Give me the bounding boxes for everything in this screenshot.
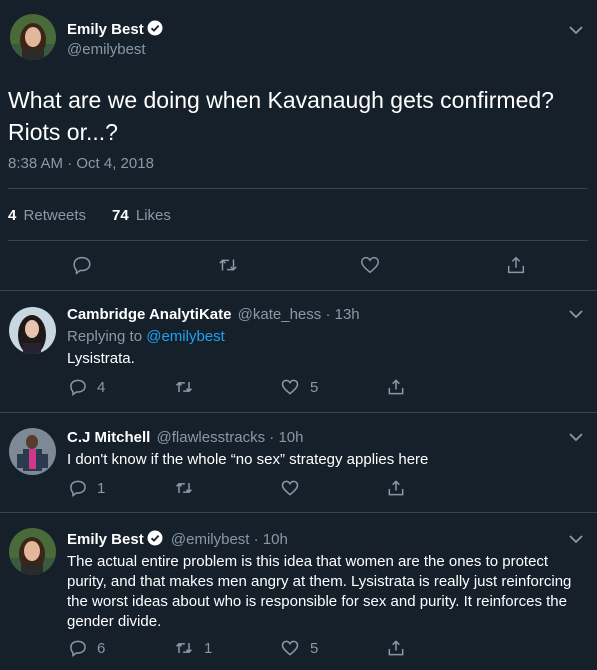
main-author-handle[interactable]: @emilybest: [67, 41, 146, 58]
reply3-retweet-count: 1: [204, 640, 213, 657]
likes-count: 74: [112, 207, 129, 224]
divider: [8, 188, 588, 189]
likes-stat[interactable]: 74 Likes: [112, 207, 171, 224]
chevron-down-icon[interactable]: [567, 21, 585, 39]
avatar-emily-best[interactable]: [9, 528, 56, 575]
divider: [8, 240, 588, 241]
reply3-header: Emily Best @emilybest · 10h: [67, 530, 288, 548]
share-icon[interactable]: [505, 254, 527, 276]
heart-icon[interactable]: [280, 478, 300, 498]
heart-icon[interactable]: [359, 254, 381, 276]
avatar-cj-mitchell[interactable]: [9, 428, 56, 475]
chevron-down-icon[interactable]: [567, 428, 585, 446]
heart-icon[interactable]: [280, 638, 300, 658]
reply2-reply-count: 1: [97, 480, 106, 497]
reply3-text-line: gender divide.: [67, 613, 162, 630]
reply2-text: I don't know if the whole “no sex” strat…: [67, 451, 429, 468]
share-icon[interactable]: [386, 638, 406, 658]
reply3-author-handle[interactable]: @emilybest: [171, 531, 250, 548]
retweet-icon[interactable]: [174, 377, 194, 397]
reply2-author-handle[interactable]: @flawlesstracks: [157, 429, 266, 446]
main-author-name[interactable]: Emily Best: [67, 20, 163, 38]
reply1-replying-handle[interactable]: @emilybest: [146, 328, 225, 345]
retweets-label: Retweets: [23, 207, 87, 224]
retweet-icon[interactable]: [217, 254, 239, 276]
divider: [0, 290, 597, 291]
reply-icon[interactable]: [71, 254, 93, 276]
reply1-author-name[interactable]: Cambridge AnalytiKate: [67, 306, 231, 323]
reply3-like-count: 5: [310, 640, 319, 657]
retweet-icon[interactable]: [174, 478, 194, 498]
chevron-down-icon[interactable]: [567, 305, 585, 323]
verified-badge-icon: [147, 20, 163, 36]
reply-icon[interactable]: [68, 478, 88, 498]
likes-label: Likes: [135, 207, 171, 224]
retweet-icon[interactable]: [174, 638, 194, 658]
reply1-text: Lysistrata.: [67, 350, 135, 367]
share-icon[interactable]: [386, 478, 406, 498]
reply3-reply-count: 6: [97, 640, 106, 657]
reply3-text-line: the worst ideas about who is responsible…: [67, 593, 567, 610]
reply1-replying-to: Replying to @emilybest: [67, 328, 225, 345]
divider: [0, 412, 597, 413]
reply1-author-handle[interactable]: @kate_hess: [238, 306, 322, 323]
verified-badge-icon: [147, 530, 163, 546]
reply3-text: The actual entire problem is this idea t…: [67, 552, 571, 632]
reply3-author-name[interactable]: Emily Best: [67, 531, 144, 548]
reply1-reply-count: 4: [97, 379, 106, 396]
reply-icon[interactable]: [68, 638, 88, 658]
main-author-name-text[interactable]: Emily Best: [67, 21, 144, 38]
main-tweet-text-line2: Riots or...?: [8, 119, 118, 145]
main-tweet-timestamp[interactable]: 8:38 AM · Oct 4, 2018: [8, 155, 154, 172]
retweets-count: 4: [8, 207, 17, 224]
reply1-replying-prefix: Replying to: [67, 328, 143, 345]
avatar-kate-hess[interactable]: [9, 307, 56, 354]
reply2-header: C.J Mitchell @flawlesstracks · 10h: [67, 429, 304, 446]
chevron-down-icon[interactable]: [567, 530, 585, 548]
main-tweet-text-line1: What are we doing when Kavanaugh gets co…: [8, 87, 554, 113]
avatar-emily-best[interactable]: [10, 14, 56, 60]
reply3-time[interactable]: · 10h: [254, 531, 288, 548]
retweets-stat[interactable]: 4 Retweets: [8, 207, 86, 224]
reply2-author-name[interactable]: C.J Mitchell: [67, 429, 150, 446]
reply-icon[interactable]: [68, 377, 88, 397]
divider: [0, 512, 597, 513]
reply1-header: Cambridge AnalytiKate @kate_hess · 13h: [67, 306, 360, 323]
reply1-like-count: 5: [310, 379, 319, 396]
heart-icon[interactable]: [280, 377, 300, 397]
share-icon[interactable]: [386, 377, 406, 397]
reply3-text-line: purity, and that makes men angry at them…: [67, 573, 572, 590]
main-tweet-text: What are we doing when Kavanaugh gets co…: [8, 84, 554, 148]
reply3-text-line: The actual entire problem is this idea t…: [67, 553, 549, 570]
reply2-time[interactable]: · 10h: [269, 429, 303, 446]
reply1-time[interactable]: · 13h: [325, 306, 359, 323]
